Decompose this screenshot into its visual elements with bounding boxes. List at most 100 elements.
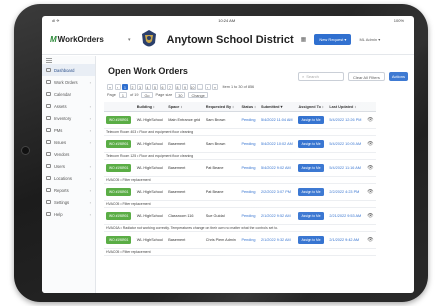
column-header[interactable]: Assigned To ↕ <box>296 102 328 112</box>
camera-icon <box>21 146 30 155</box>
building-cell: WL HighSchool <box>134 111 167 129</box>
inventory-icon <box>46 116 51 120</box>
sidebar-item-vendors[interactable]: Vendors <box>42 148 95 160</box>
sidebar: Dashboard Work Orders › Calendar Assets › Inve… <box>42 56 96 293</box>
sidebar-item-settings[interactable]: Settings › <box>42 196 95 208</box>
page-link[interactable]: › <box>204 84 211 90</box>
page-link[interactable]: 7 <box>167 84 173 90</box>
assign-cell: Assign to Me <box>296 183 328 201</box>
status-cell: Pending <box>239 159 259 177</box>
view-icon[interactable]: 👁 <box>367 237 373 243</box>
page-link[interactable]: 2 <box>129 84 136 90</box>
page-link[interactable]: 8 <box>174 84 181 90</box>
table-row[interactable]: WO #198901 WL HighSchool Basement Pat Beane… <box>104 159 376 177</box>
sidebar-item-issues[interactable]: Issues › <box>42 136 95 148</box>
user-menu[interactable]: ML Admin ▾ <box>359 37 380 42</box>
column-header[interactable]: Submitted ▾ <box>258 102 297 112</box>
page-link[interactable]: 5 <box>152 84 158 90</box>
page-link[interactable]: 9 <box>182 84 188 90</box>
assign-to-me-button[interactable]: Assign to Me <box>298 236 324 244</box>
table-row[interactable]: WO #198901 WL HighSchool Classroom 116 Sue … <box>104 207 376 225</box>
space-cell: Basement <box>166 135 204 153</box>
sidebar-item-help[interactable]: Help › <box>42 208 95 220</box>
assign-to-me-button[interactable]: Assign to Me <box>298 116 324 124</box>
chevron-down-icon[interactable]: ▾ <box>128 37 131 43</box>
note-text: HVAC05 • Filter replacement <box>104 176 376 184</box>
sidebar-item-assets[interactable]: Assets › <box>42 100 95 112</box>
main-content: Open Work Orders ⌕ Search Clear All Filt… <box>98 56 414 293</box>
column-header[interactable] <box>365 102 376 112</box>
view-icon[interactable]: 👁 <box>367 213 373 219</box>
view-icon[interactable]: 👁 <box>367 189 373 195</box>
menu-toggle-icon[interactable] <box>42 56 95 64</box>
assign-to-me-button[interactable]: Assign to Me <box>298 164 324 172</box>
actions-button[interactable]: Actions <box>388 72 408 81</box>
work-order-badge[interactable]: WO #198901 <box>106 236 132 244</box>
badge-cell: WO #198901 <box>104 183 135 201</box>
space-cell: Basement <box>166 183 204 201</box>
sidebar-item-inventory[interactable]: Inventory › <box>42 112 95 124</box>
page-link[interactable]: ‹ <box>114 84 121 90</box>
assign-to-me-button[interactable]: Assign to Me <box>298 140 324 148</box>
requested-by-cell: Chris Piem Admin <box>203 231 240 249</box>
page-link[interactable]: 3 <box>137 84 143 90</box>
table-row[interactable]: WO #198901 WL HighSchool Basement Pat Beane… <box>104 183 376 201</box>
table-row[interactable]: WO #198901 WL HighSchool Main Entrance gri… <box>104 111 376 129</box>
assign-cell: Assign to Me <box>296 207 328 225</box>
new-request-button[interactable]: New Request ▾ <box>314 34 352 45</box>
assign-to-me-button[interactable]: Assign to Me <box>298 188 324 196</box>
workorders-logo[interactable]: M WorkOrders <box>50 35 122 44</box>
page-controls: Page 1 of 19 Go Page size 30 Change <box>107 92 408 98</box>
grid-icon[interactable]: ▦ <box>301 36 307 43</box>
column-header[interactable]: Status ↕ <box>239 102 259 112</box>
page-link[interactable]: » <box>212 84 218 90</box>
search-input[interactable]: ⌕ Search <box>297 72 344 81</box>
sidebar-item-locations[interactable]: Locations › <box>42 172 95 184</box>
page-link[interactable]: 6 <box>159 84 166 90</box>
submitted-cell: 5/4/2022 10:02 AM <box>258 135 297 153</box>
building-cell: WL HighSchool <box>134 159 167 177</box>
submitted-cell: 5/4/2022 9:02 AM <box>258 159 297 177</box>
note-text: Telecom Room 125 • Floor and equipment f… <box>104 152 376 160</box>
page-link[interactable]: … <box>197 84 203 90</box>
work-order-badge[interactable]: WO #198901 <box>106 116 132 124</box>
sidebar-item-reports[interactable]: Reports › <box>42 184 95 196</box>
page-link[interactable]: 10 <box>189 84 196 90</box>
sidebar-item-label: Assets <box>54 103 67 109</box>
view-icon[interactable]: 👁 <box>367 165 373 171</box>
view-icon[interactable]: 👁 <box>367 141 373 147</box>
page-link[interactable]: 1 <box>122 84 128 90</box>
battery-indicator: 100% <box>393 18 404 23</box>
work-order-badge[interactable]: WO #198901 <box>106 140 132 148</box>
table-row[interactable]: WO #198901 WL HighSchool Basement Chris Pie… <box>104 231 376 249</box>
assign-to-me-button[interactable]: Assign to Me <box>298 212 324 220</box>
page-link[interactable]: « <box>107 84 113 90</box>
column-header[interactable]: Space ↕ <box>166 102 204 112</box>
table-row[interactable]: WO #198901 WL HighSchool Basement Sam Brown… <box>104 135 376 153</box>
view-cell: 👁 <box>365 111 376 129</box>
sidebar-item-calendar[interactable]: Calendar <box>42 88 95 100</box>
chevron-right-icon: › <box>89 127 91 133</box>
work-order-badge[interactable]: WO #198901 <box>106 164 132 172</box>
work-order-badge[interactable]: WO #198901 <box>106 212 132 220</box>
space-cell: Classroom 116 <box>166 207 204 225</box>
column-header[interactable] <box>104 102 135 112</box>
sidebar-item-users[interactable]: Users › <box>42 160 95 172</box>
page-number-input[interactable]: 1 <box>118 92 127 98</box>
page-link[interactable]: 4 <box>144 84 151 90</box>
view-icon[interactable]: 👁 <box>367 117 373 123</box>
sidebar-item-dashboard[interactable]: Dashboard <box>42 64 95 76</box>
sidebar-item-work-orders[interactable]: Work Orders › <box>42 76 95 88</box>
column-header[interactable]: Requested By ↕ <box>203 102 240 112</box>
last-updated-cell: 5/4/2022 10:05 AM <box>327 135 366 153</box>
work-order-badge[interactable]: WO #198901 <box>106 188 132 196</box>
sidebar-item-pms[interactable]: PMs › <box>42 124 95 136</box>
page-size-input[interactable]: 30 <box>175 92 186 98</box>
work-orders-table: Building ↕ Space ↕ Requested By ↕ Status ↕ S… <box>104 102 376 256</box>
change-button[interactable]: Change <box>188 92 208 98</box>
clear-filters-button[interactable]: Clear All Filters <box>347 72 385 81</box>
chevron-right-icon: › <box>89 115 91 121</box>
go-button[interactable]: Go <box>141 92 153 98</box>
column-header[interactable]: Last Updated ↕ <box>327 102 366 112</box>
column-header[interactable]: Building ↕ <box>134 102 167 112</box>
